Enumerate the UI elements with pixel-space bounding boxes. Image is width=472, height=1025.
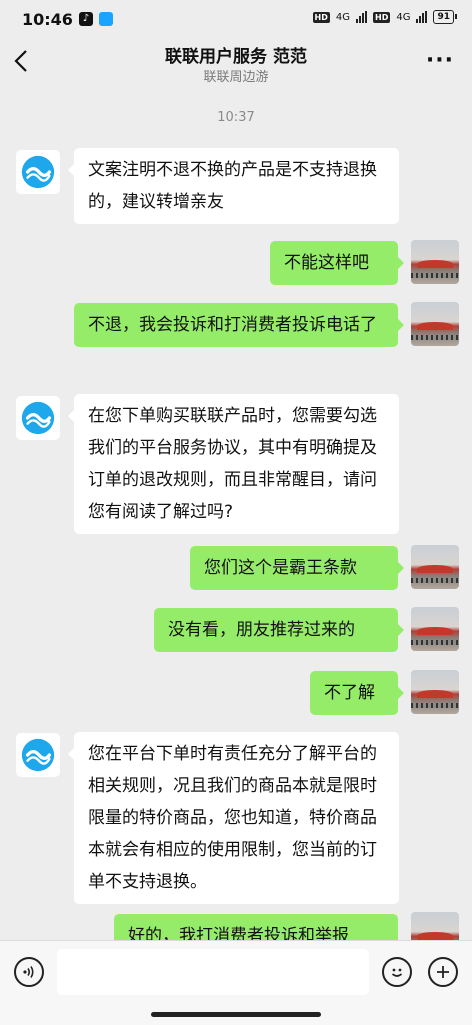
lianlian-logo-icon xyxy=(21,401,55,435)
message-bubble-me[interactable]: 您们这个是霸王条款 xyxy=(190,546,404,590)
service-avatar[interactable] xyxy=(16,396,60,440)
message-bubble-me[interactable]: 没有看，朋友推荐过来的 xyxy=(154,608,404,652)
signal-icon-2 xyxy=(416,11,428,23)
service-avatar[interactable] xyxy=(16,150,60,194)
chat-header: 联联用户服务 范范 联联周边游 ··· xyxy=(0,38,472,90)
plus-icon[interactable] xyxy=(428,957,458,987)
message-bubble-me[interactable]: 不退，我会投诉和打消费者投诉电话了 xyxy=(74,303,404,347)
lianlian-logo-icon xyxy=(21,738,55,772)
hd-icon-2: HD xyxy=(373,11,391,23)
message-bubble-me[interactable]: 不能这样吧 xyxy=(270,241,404,285)
home-indicator xyxy=(151,1012,321,1017)
message-bubble-service[interactable]: 在您下单购买联联产品时，您需要勾选我们的平台服务协议，其中有明确提及订单的退改规… xyxy=(68,394,399,534)
message-timestamp: 10:37 xyxy=(217,110,255,125)
message-bubble-me[interactable]: 好的，我打消费者投诉和举报 xyxy=(114,914,398,940)
chat-area[interactable]: 10:37 文案注明不退不换的产品是不支持退换的，建议转增亲友 不能这样吧 不退… xyxy=(0,90,472,940)
app-notification-icon xyxy=(98,12,113,26)
status-indicators: HD 4G HD 4G 91 xyxy=(312,10,457,24)
more-dots-icon[interactable]: ··· xyxy=(426,48,454,73)
my-avatar[interactable] xyxy=(411,912,459,940)
my-avatar[interactable] xyxy=(411,545,459,589)
battery-icon: 91 xyxy=(433,10,457,24)
network-type-2: 4G xyxy=(396,11,411,23)
lianlian-logo-icon xyxy=(21,155,55,189)
network-type-1: 4G xyxy=(335,11,350,23)
message-bubble-me[interactable]: 不了解 xyxy=(310,671,404,715)
voice-icon[interactable] xyxy=(14,957,44,987)
emoji-icon[interactable] xyxy=(382,957,412,987)
message-input[interactable] xyxy=(57,949,369,995)
my-avatar[interactable] xyxy=(411,607,459,651)
chat-title: 联联用户服务 范范 xyxy=(165,47,307,67)
tiktok-icon: ♪ xyxy=(78,12,93,26)
service-avatar[interactable] xyxy=(16,733,60,777)
my-avatar[interactable] xyxy=(411,240,459,284)
chat-subtitle: 联联周边游 xyxy=(203,70,269,85)
signal-icon xyxy=(356,11,367,23)
status-bar: 10:46 ♪ HD 4G HD 4G 91 xyxy=(0,0,472,38)
my-avatar[interactable] xyxy=(411,302,459,346)
message-bubble-service[interactable]: 您在平台下单时有责任充分了解平台的相关规则，况且我们的商品本就是限时限量的特价商… xyxy=(68,732,399,904)
status-time: 10:46 xyxy=(22,9,73,29)
message-bubble-service[interactable]: 文案注明不退不换的产品是不支持退换的，建议转增亲友 xyxy=(68,148,399,224)
my-avatar[interactable] xyxy=(411,670,459,714)
hd-icon: HD xyxy=(312,11,330,23)
